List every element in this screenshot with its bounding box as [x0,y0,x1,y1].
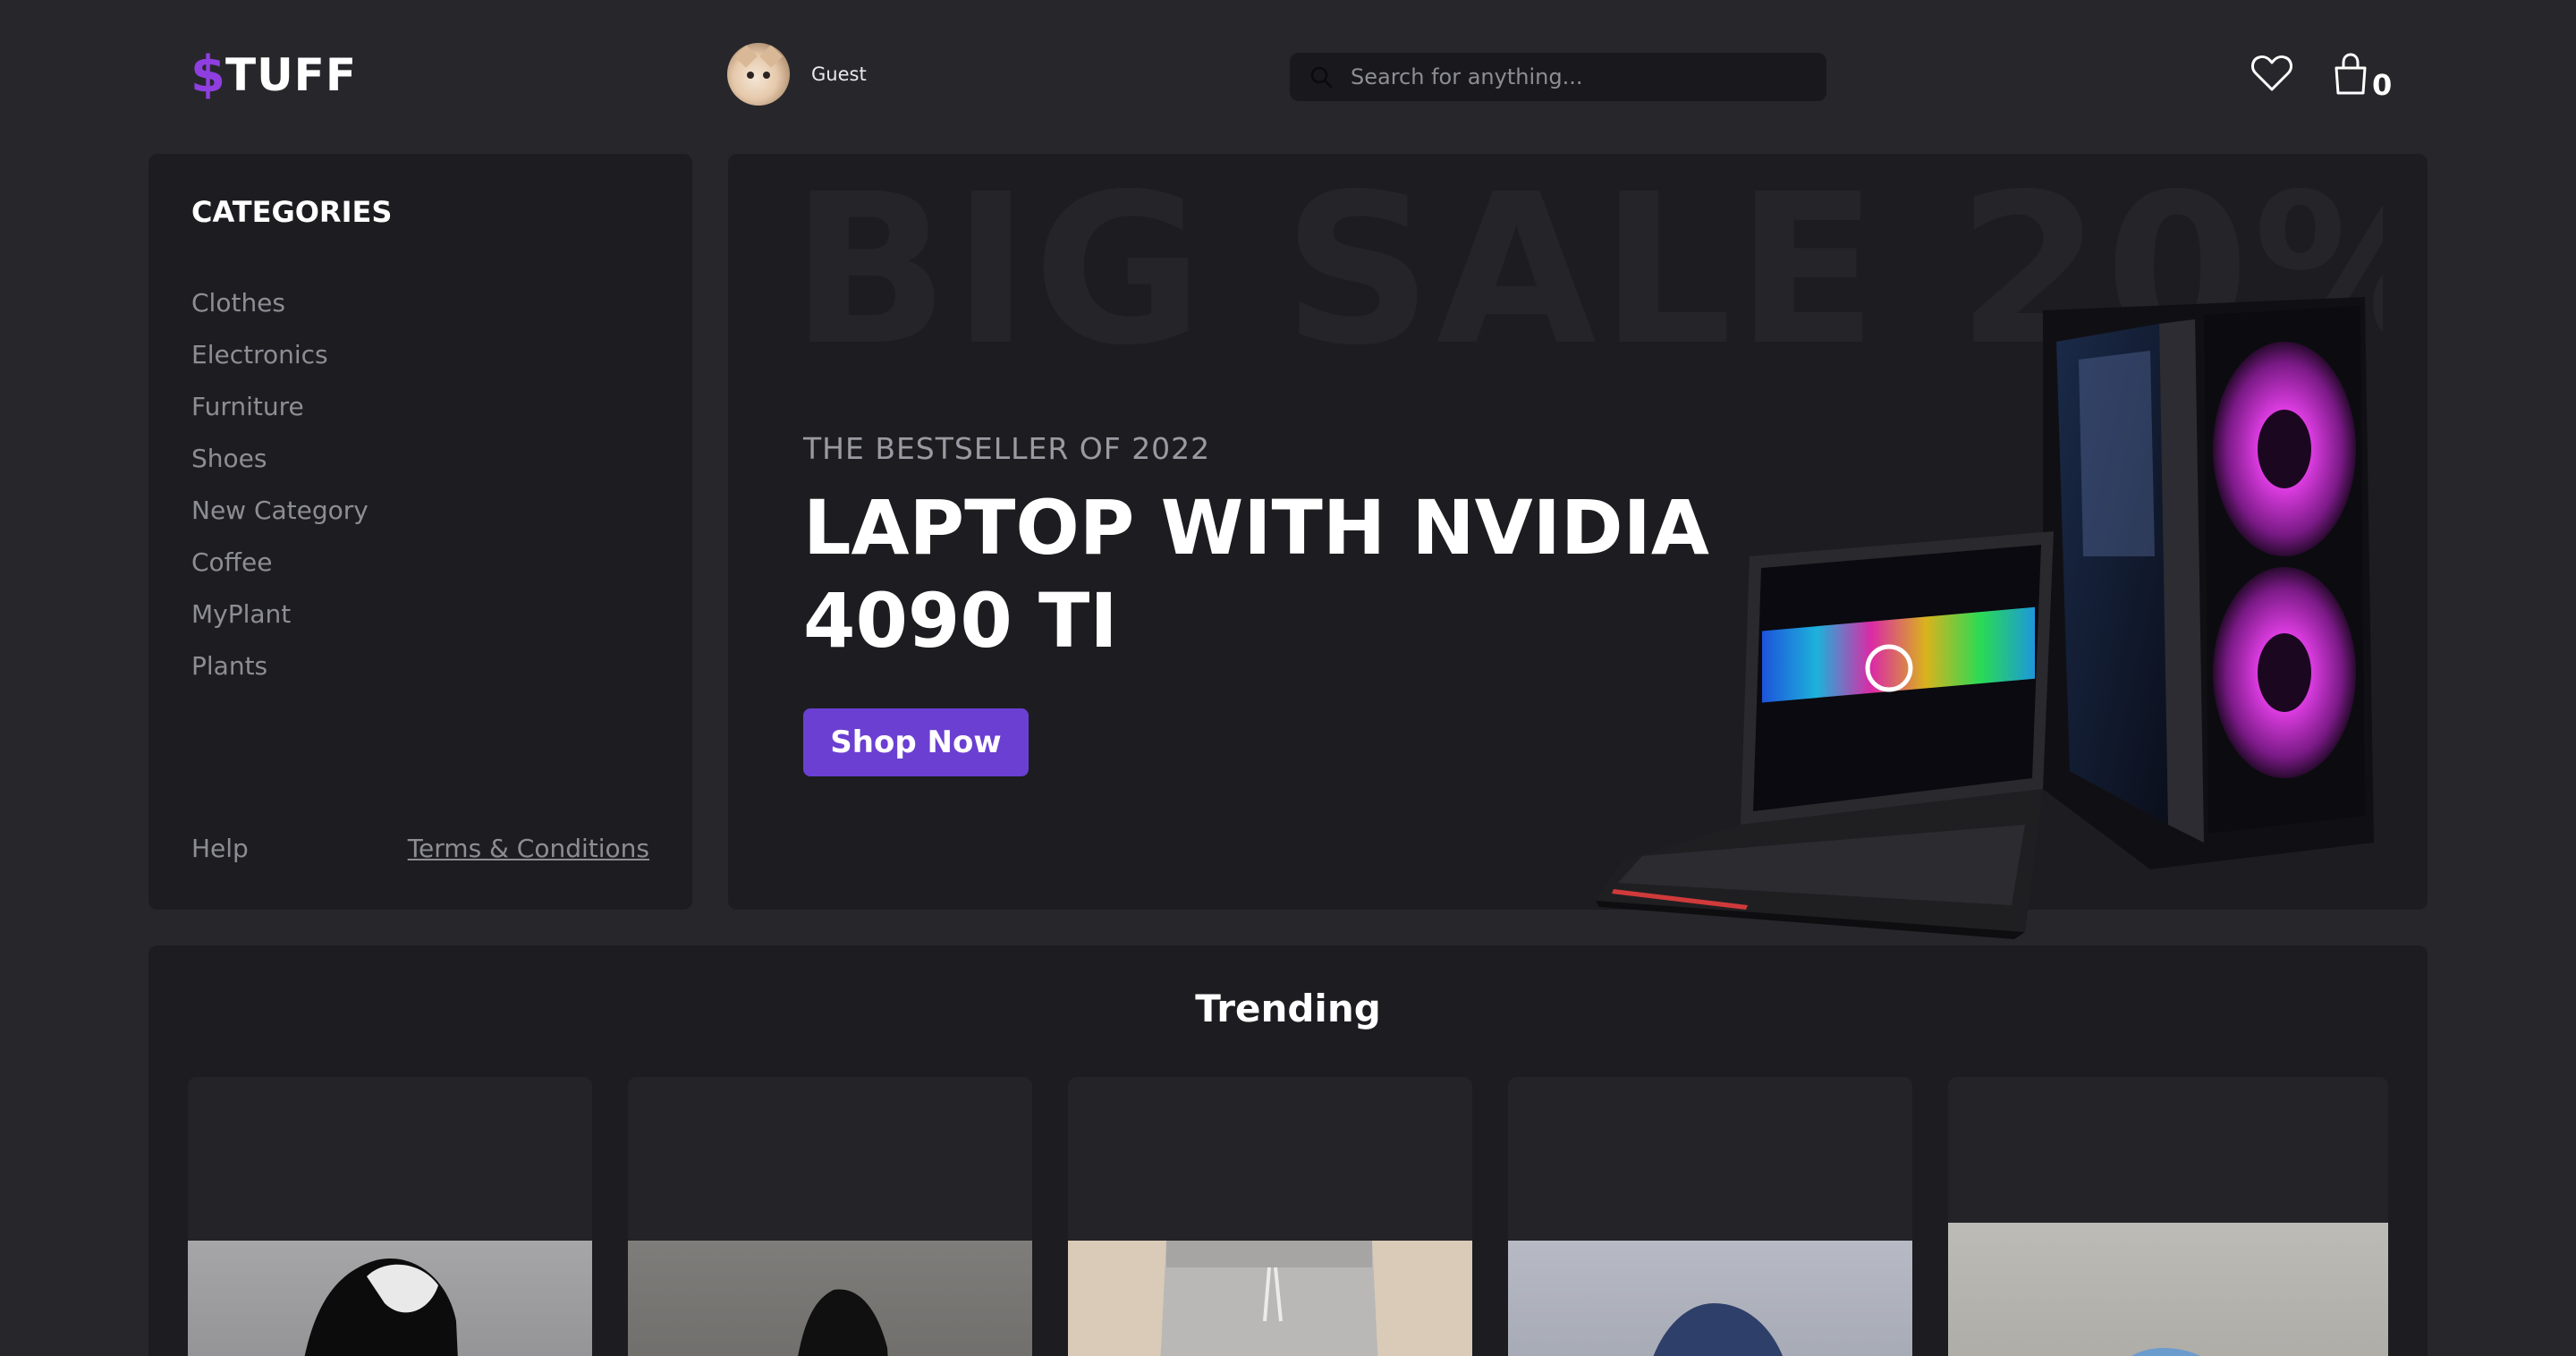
category-item-new-category[interactable]: New Category [191,494,369,546]
category-item-coffee[interactable]: Coffee [191,546,369,597]
category-item-plants[interactable]: Plants [191,649,369,701]
terms-link[interactable]: Terms & Conditions [408,834,649,863]
product-image-light-blue-cap [1948,1223,2388,1356]
product-image-white-hoodie [188,1241,592,1356]
search-icon[interactable] [1308,64,1335,90]
user-profile[interactable]: Guest [727,43,867,106]
category-item-clothes[interactable]: Clothes [191,286,369,338]
cart-count-badge: 0 [2372,68,2393,102]
help-link[interactable]: Help [191,834,249,863]
top-header: $ TUFF Guest 0 [0,0,2576,154]
product-card[interactable] [1508,1077,1912,1356]
site-logo[interactable]: $ TUFF [191,48,357,102]
product-image-black-hoodie [628,1241,1032,1356]
avatar[interactable] [727,43,790,106]
product-card[interactable] [1068,1077,1472,1356]
logo-dollar-symbol: $ [191,46,225,104]
search-bar [1290,53,1826,101]
favorites-heart-icon[interactable] [2250,54,2293,93]
logo-text: TUFF [225,49,357,101]
product-image-grey-pants [1068,1241,1472,1356]
sidebar-title: CATEGORIES [191,195,393,229]
laptop-and-pc-product-image [1596,297,2374,939]
search-input[interactable] [1351,53,1826,101]
category-list: Clothes Electronics Furniture Shoes New … [191,286,369,701]
product-image-blue-cap [1508,1241,1912,1356]
categories-sidebar: CATEGORIES Clothes Electronics Furniture… [148,154,692,910]
product-card[interactable] [188,1077,592,1356]
category-item-myplant[interactable]: MyPlant [191,597,369,649]
category-item-electronics[interactable]: Electronics [191,338,369,390]
category-item-shoes[interactable]: Shoes [191,442,369,494]
banner-subtitle: THE BESTSELLER OF 2022 [803,431,1211,466]
cart-button[interactable]: 0 [2333,52,2395,102]
shop-now-button[interactable]: Shop Now [803,708,1029,776]
trending-section: Trending [148,945,2428,1356]
category-item-furniture[interactable]: Furniture [191,390,369,442]
product-card[interactable] [628,1077,1032,1356]
promo-banner: BIG SALE 20% THE BESTSELLER OF 2022 LAPT… [728,154,2428,939]
product-card[interactable] [1948,1077,2388,1356]
user-name: Guest [811,64,867,85]
trending-title: Trending [1195,987,1381,1030]
shopping-bag-icon [2334,53,2367,95]
